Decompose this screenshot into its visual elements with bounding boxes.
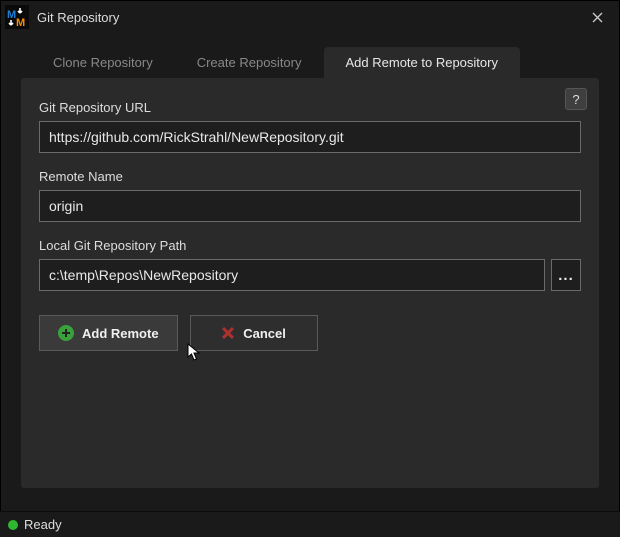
tab-bar: Clone Repository Create Repository Add R… [1,33,619,78]
help-icon: ? [572,92,579,107]
field-remote-name: Remote Name [39,169,581,222]
svg-text:M: M [7,9,16,21]
add-remote-button[interactable]: Add Remote [39,315,178,351]
cancel-button-label: Cancel [243,326,286,341]
window-title: Git Repository [37,10,583,25]
close-icon [592,12,603,23]
add-remote-button-label: Add Remote [82,326,159,341]
tab-create-repository[interactable]: Create Repository [175,47,324,78]
local-path-label: Local Git Repository Path [39,238,581,253]
field-local-path: Local Git Repository Path ... [39,238,581,291]
cancel-button[interactable]: Cancel [190,315,318,351]
plus-circle-icon [58,325,74,341]
help-button[interactable]: ? [565,88,587,110]
git-url-input[interactable] [39,121,581,153]
content-panel: ? Git Repository URL Remote Name Local G… [21,78,599,488]
status-bar: Ready [0,511,620,537]
button-row: Add Remote Cancel [39,315,581,351]
cancel-icon [221,326,235,340]
ellipsis-icon: ... [558,267,574,284]
close-button[interactable] [583,3,611,31]
tab-add-remote[interactable]: Add Remote to Repository [324,47,520,78]
local-path-input[interactable] [39,259,545,291]
remote-name-input[interactable] [39,190,581,222]
tab-clone-repository[interactable]: Clone Repository [31,47,175,78]
field-git-url: Git Repository URL [39,100,581,153]
status-indicator-icon [8,520,18,530]
svg-text:M: M [16,17,25,29]
status-text: Ready [24,517,62,532]
git-url-label: Git Repository URL [39,100,581,115]
browse-button[interactable]: ... [551,259,581,291]
titlebar: M M Git Repository [1,1,619,33]
app-icon: M M [5,5,29,29]
remote-name-label: Remote Name [39,169,581,184]
